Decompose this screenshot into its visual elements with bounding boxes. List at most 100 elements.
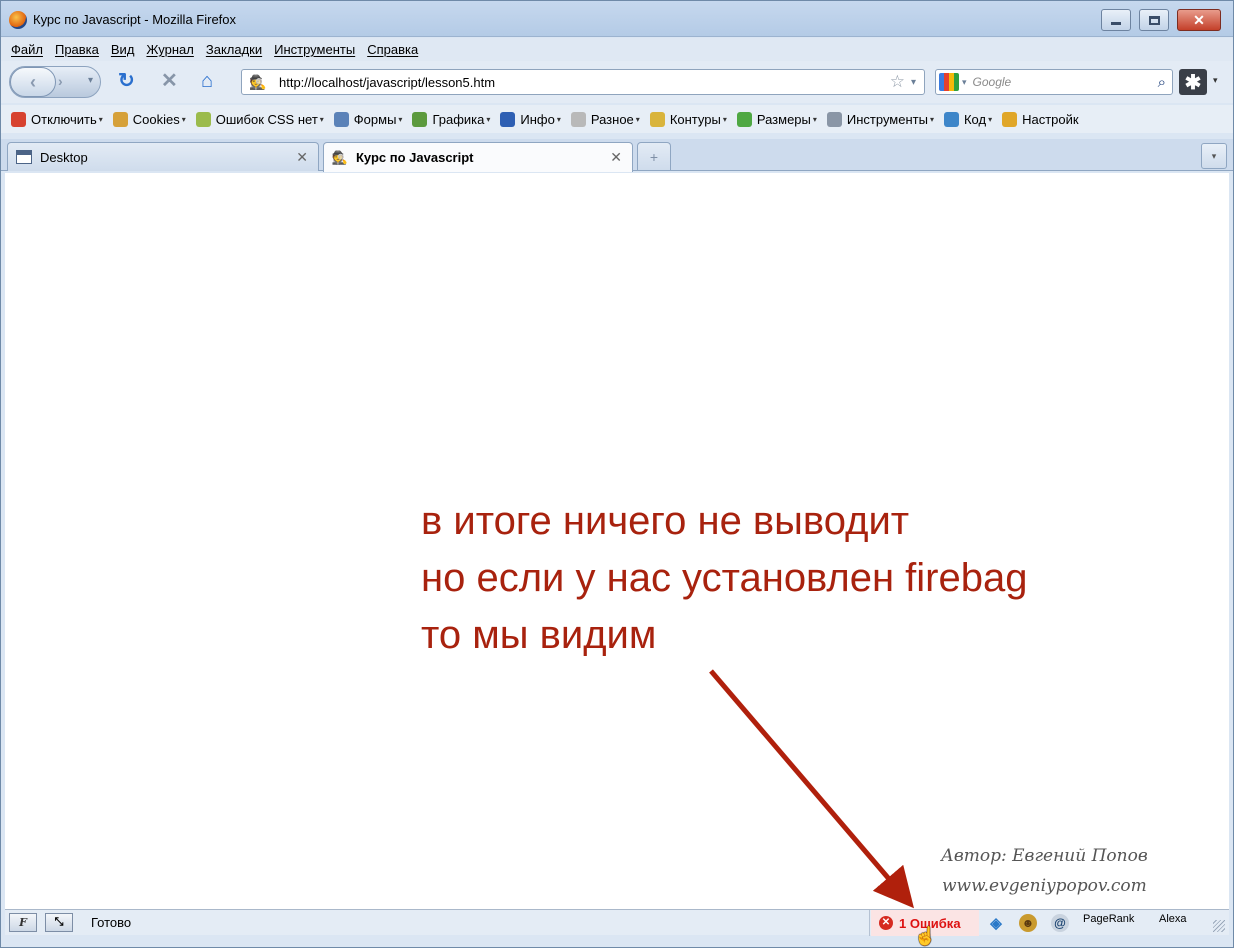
chevron-down-icon: ▾ [1211, 150, 1217, 161]
author-name: Автор: Евгений Попов [941, 846, 1148, 866]
menu-help[interactable]: Справка [367, 42, 418, 57]
page-content: в итоге ничего не выводит но если у нас … [5, 173, 1229, 909]
annotation-line: но если у нас установлен firebag [421, 556, 1028, 600]
devbar-item[interactable]: Графика ▾ [412, 111, 491, 127]
engine-dropdown-icon[interactable]: ▾ [962, 77, 967, 88]
dropdown-caret-icon: ▾ [398, 114, 403, 124]
menu-bar: Файл Правка Вид Журнал Закладки Инструме… [1, 38, 1233, 61]
resize-grip[interactable] [1213, 920, 1225, 932]
status-bar: F ⤡ Готово ✕ 1 Ошибка ◈ ☻ @ PageRank Ale… [5, 909, 1229, 936]
back-button[interactable]: ‹ [10, 67, 56, 97]
devbar-item[interactable]: Размеры ▾ [736, 111, 817, 127]
google-engine-icon[interactable] [939, 73, 959, 91]
tab-label: Курс по Javascript [356, 150, 474, 165]
status-text: Готово [91, 915, 132, 930]
devbar-item-icon [500, 111, 516, 127]
devbar-item[interactable]: Инфо ▾ [500, 111, 561, 127]
close-button[interactable]: ✕ [1177, 9, 1221, 31]
devbar-item-label: Графика [432, 111, 485, 127]
devbar-item-label: Инструменты [846, 111, 928, 127]
new-tab-button[interactable]: + [637, 142, 671, 170]
devbar-item[interactable]: Ошибок CSS нет ▾ [195, 111, 324, 127]
url-bar[interactable]: 🕵 http://localhost/javascript/lesson5.ht… [241, 69, 925, 95]
status-divider [869, 910, 870, 936]
devbar-item-icon [943, 111, 959, 127]
window-title: Курс по Javascript - Mozilla Firefox [33, 12, 237, 27]
history-dropdown-icon[interactable]: ▾ [88, 75, 93, 86]
spy-icon: 🕵 [331, 149, 349, 165]
devbar-item[interactable]: Cookies ▾ [112, 111, 186, 127]
at-icon[interactable]: @ [1051, 914, 1069, 932]
addon-button[interactable]: ✱ [1179, 69, 1207, 95]
url-text[interactable]: http://localhost/javascript/lesson5.htm [279, 75, 890, 90]
devbar-item-icon [649, 111, 665, 127]
devbar-item[interactable]: Инструменты ▾ [826, 111, 934, 127]
tab-desktop[interactable]: Desktop ✕ [7, 142, 319, 171]
alexa-label[interactable]: Alexa [1159, 913, 1187, 925]
tab-close-icon[interactable]: ✕ [610, 149, 622, 166]
bookmark-star-icon[interactable]: ☆ [890, 72, 905, 92]
dropdown-caret-icon: ▾ [988, 114, 993, 124]
tab-strip: Desktop ✕ 🕵 Курс по Javascript ✕ + ▾ [1, 139, 1233, 172]
minimize-button[interactable] [1101, 9, 1131, 31]
firefox-icon [9, 11, 27, 29]
devbar-item[interactable]: Формы ▾ [333, 111, 403, 127]
home-icon[interactable]: ⌂ [201, 71, 213, 91]
tab-javascript-course[interactable]: 🕵 Курс по Javascript ✕ [323, 142, 633, 172]
mouse-pointer-icon: ☝ [914, 926, 937, 946]
plus-icon: + [649, 148, 659, 165]
asterisk-icon: ✱ [1184, 71, 1202, 94]
stop-icon[interactable]: ✕ [161, 71, 178, 91]
devbar-item-label: Инфо [520, 111, 555, 127]
inspect-icon: ⤡ [54, 916, 64, 928]
devbar-item-label: Настройк [1022, 111, 1079, 127]
site-identity-icon[interactable]: 🕵 [245, 71, 271, 93]
reload-icon[interactable]: ↻ [118, 71, 135, 91]
inspect-button[interactable]: ⤡ [45, 913, 73, 932]
annotation-line: то мы видим [421, 613, 657, 657]
firebug-label: F [19, 916, 27, 929]
menu-view[interactable]: Вид [111, 42, 135, 57]
devbar-item[interactable]: Разное ▾ [570, 111, 640, 127]
minimize-icon [1111, 21, 1121, 25]
devbar-item-icon [1002, 111, 1018, 127]
devbar-item-icon [412, 111, 428, 127]
menu-bookmarks[interactable]: Закладки [206, 42, 262, 57]
search-placeholder[interactable]: Google [973, 75, 1158, 89]
tab-list-button[interactable]: ▾ [1201, 143, 1227, 169]
dropdown-caret-icon: ▾ [929, 114, 934, 124]
search-bar[interactable]: ▾ Google ⌕ [935, 69, 1173, 95]
browser-window: Курс по Javascript - Mozilla Firefox ✕ Ф… [0, 0, 1234, 948]
menu-file[interactable]: Файл [11, 42, 43, 57]
navigation-toolbar: ‹ › ▾ ↻ ✕ ⌂ 🕵 http://localhost/javascrip… [1, 61, 1233, 103]
greasemonkey-icon[interactable]: ☻ [1019, 914, 1037, 932]
forward-button[interactable]: › [58, 73, 63, 89]
devbar-item-icon [736, 111, 752, 127]
search-icon[interactable]: ⌕ [1158, 74, 1166, 91]
menu-history[interactable]: Журнал [146, 42, 193, 57]
back-forward-group: ‹ › ▾ [9, 66, 101, 98]
firebug-button[interactable]: F [9, 913, 37, 932]
devbar-item-label: Контуры [669, 111, 721, 127]
devbar-item-icon [570, 111, 586, 127]
back-arrow-icon: ‹ [30, 71, 36, 92]
error-icon: ✕ [879, 916, 893, 930]
devbar-item[interactable]: Отключить ▾ [11, 111, 103, 127]
devbar-item-icon [826, 111, 842, 127]
menu-tools[interactable]: Инструменты [274, 42, 355, 57]
tab-close-icon[interactable]: ✕ [296, 149, 308, 166]
maximize-button[interactable] [1139, 9, 1169, 31]
maximize-icon [1148, 15, 1160, 25]
annotation-line: в итоге ничего не выводит [421, 499, 910, 543]
devbar-item[interactable]: Настройк [1002, 111, 1079, 127]
dropdown-caret-icon: ▾ [486, 114, 491, 124]
menu-edit[interactable]: Правка [55, 42, 99, 57]
url-dropdown-icon[interactable]: ▾ [911, 77, 916, 88]
pagerank-label[interactable]: PageRank [1083, 913, 1134, 925]
devbar-item[interactable]: Код ▾ [943, 111, 993, 127]
devbar-item-icon [11, 111, 26, 127]
diamond-icon[interactable]: ◈ [987, 914, 1005, 932]
devbar-item[interactable]: Контуры ▾ [649, 111, 727, 127]
addon-dropdown-icon[interactable]: ▾ [1213, 75, 1218, 86]
dropdown-caret-icon: ▾ [812, 114, 817, 124]
